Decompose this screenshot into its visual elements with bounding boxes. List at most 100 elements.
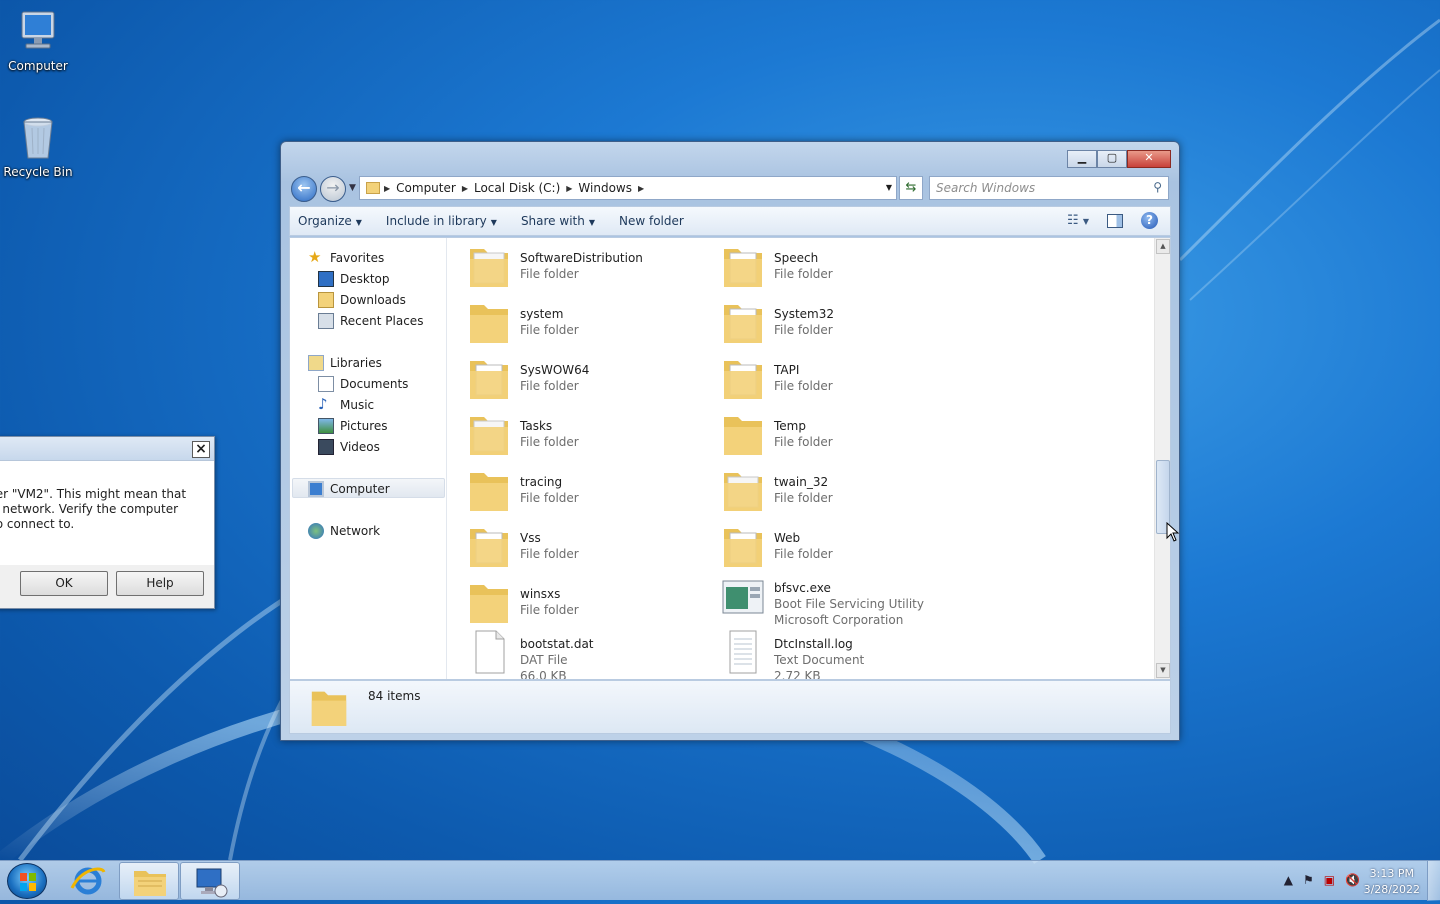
file-item[interactable]: winsxs File folder — [448, 577, 698, 629]
file-name: DtcInstall.log — [774, 637, 853, 651]
file-name: TAPI — [774, 363, 800, 377]
nav-item-desktop[interactable]: Desktop — [318, 271, 390, 287]
file-item[interactable]: System32 File folder — [702, 297, 952, 349]
file-name: SoftwareDistribution — [520, 251, 643, 265]
organize-menu[interactable]: Organize ▼ — [298, 214, 362, 228]
breadcrumb-separator-icon[interactable]: ▶ — [384, 184, 390, 193]
file-name: system — [520, 307, 564, 321]
breadcrumb-computer[interactable]: Computer — [396, 181, 456, 195]
nav-item-music[interactable]: ♪ Music — [318, 397, 374, 413]
file-name: tracing — [520, 475, 563, 489]
breadcrumb-separator-icon[interactable]: ▶ — [638, 184, 644, 193]
nav-label: Documents — [340, 377, 409, 391]
file-name: twain_32 — [774, 475, 829, 489]
forward-button[interactable]: → — [320, 176, 346, 202]
breadcrumb-separator-icon[interactable]: ▶ — [462, 184, 468, 193]
nav-label: Downloads — [340, 293, 406, 307]
file-item[interactable]: SysWOW64 File folder — [448, 353, 698, 405]
nav-item-network[interactable]: Network — [308, 523, 380, 539]
address-dropdown-icon[interactable]: ▼ — [886, 183, 892, 192]
internet-explorer-icon — [70, 867, 106, 895]
start-button[interactable] — [7, 863, 47, 899]
computer-icon — [308, 481, 324, 497]
include-in-library-menu[interactable]: Include in library ▼ — [386, 214, 497, 228]
share-label: Share with — [520, 214, 585, 228]
clock[interactable]: 3:13 PM 3/28/2022 — [1364, 866, 1420, 898]
taskbar-remote-desktop[interactable] — [180, 862, 240, 900]
recent-pages-dropdown[interactable]: ▼ — [349, 183, 356, 193]
file-item[interactable]: bfsvc.exe Boot File Servicing Utility Mi… — [702, 571, 952, 627]
file-item[interactable]: Web File folder — [702, 521, 952, 573]
mouse-cursor-icon — [1166, 522, 1180, 542]
command-bar: Organize ▼ Include in library ▼ Share with… — [289, 206, 1171, 236]
volume-muted-icon[interactable]: 🔇 — [1345, 873, 1360, 887]
nav-item-favorites[interactable]: ★ Favorites — [308, 250, 384, 266]
text-document-icon — [729, 630, 757, 674]
breadcrumb-separator-icon[interactable]: ▶ — [566, 184, 572, 193]
new-folder-label: New folder — [619, 214, 684, 228]
scroll-up-icon[interactable]: ▲ — [1156, 239, 1170, 254]
recycle-bin-icon — [14, 114, 62, 162]
address-bar[interactable]: ▶ Computer ▶ Local Disk (C:) ▶ Windows ▶… — [359, 176, 897, 200]
file-item[interactable]: SoftwareDistribution File folder — [448, 241, 698, 293]
file-item[interactable]: tracing File folder — [448, 465, 698, 517]
dialog-message: ter "VM2". This might mean that d networ… — [0, 487, 206, 532]
nav-item-documents[interactable]: Documents — [318, 376, 408, 392]
file-item[interactable]: Temp File folder — [702, 409, 952, 461]
nav-item-videos[interactable]: Videos — [318, 439, 380, 455]
scroll-down-icon[interactable]: ▼ — [1156, 663, 1170, 678]
close-button[interactable]: ✕ — [1127, 150, 1171, 168]
ok-button[interactable]: OK — [20, 571, 108, 596]
maximize-button[interactable]: ▢ — [1097, 150, 1127, 168]
new-folder-button[interactable]: New folder — [619, 214, 684, 228]
help-icon[interactable]: ? — [1141, 212, 1158, 229]
preview-pane-icon[interactable] — [1107, 213, 1123, 228]
nav-item-pictures[interactable]: Pictures — [318, 418, 388, 434]
videos-icon — [318, 439, 334, 455]
recent-places-icon — [318, 313, 334, 329]
share-with-menu[interactable]: Share with ▼ — [521, 214, 595, 228]
network-status-icon[interactable]: ▣ — [1324, 873, 1335, 887]
file-item[interactable]: DtcInstall.log Text Document 2.72 KB — [702, 627, 952, 679]
back-button[interactable]: ← — [291, 176, 317, 202]
desktop-icon-computer[interactable]: Computer — [0, 8, 76, 73]
breadcrumb-windows[interactable]: Windows — [578, 181, 632, 195]
file-item[interactable]: Vss File folder — [448, 521, 698, 573]
file-item[interactable]: Tasks File folder — [448, 409, 698, 461]
file-type: File folder — [520, 267, 579, 281]
file-type: Boot File Servicing Utility — [774, 597, 924, 611]
breadcrumb-local-disk[interactable]: Local Disk (C:) — [474, 181, 560, 195]
file-item[interactable]: Speech File folder — [702, 241, 952, 293]
show-desktop-button[interactable] — [1427, 861, 1440, 901]
search-input[interactable]: Search Windows ⚲ — [929, 176, 1169, 200]
file-type: File folder — [774, 547, 833, 561]
computer-icon — [14, 8, 62, 56]
taskbar-internet-explorer[interactable] — [58, 862, 118, 900]
nav-item-recent-places[interactable]: Recent Places — [318, 313, 423, 329]
taskbar-windows-explorer[interactable] — [119, 862, 179, 900]
nav-item-computer[interactable]: Computer — [308, 481, 390, 497]
music-icon: ♪ — [318, 395, 328, 413]
help-button[interactable]: Help — [116, 571, 204, 596]
nav-item-libraries[interactable]: Libraries — [308, 355, 382, 371]
file-item[interactable]: twain_32 File folder — [702, 465, 952, 517]
dialog-close-button[interactable]: × — [192, 441, 210, 458]
show-hidden-icons-icon[interactable]: ▲ — [1284, 873, 1293, 887]
search-icon[interactable]: ⚲ — [1153, 180, 1162, 194]
file-item[interactable]: system File folder — [448, 297, 698, 349]
desktop-icon-recycle-bin[interactable]: Recycle Bin — [0, 114, 76, 179]
file-item[interactable]: TAPI File folder — [702, 353, 952, 405]
vertical-scrollbar[interactable]: ▲ ▼ — [1154, 238, 1170, 679]
downloads-icon — [318, 292, 334, 308]
search-placeholder: Search Windows — [936, 181, 1036, 195]
folder-icon — [724, 529, 762, 567]
view-options-icon[interactable]: ☷ ▼ — [1067, 213, 1089, 228]
minimize-button[interactable]: ▁ — [1067, 150, 1097, 168]
nav-label: Computer — [330, 482, 390, 496]
nav-item-downloads[interactable]: Downloads — [318, 292, 406, 308]
file-type: File folder — [520, 547, 579, 561]
file-item[interactable]: bootstat.dat DAT File 66.0 KB — [448, 627, 698, 679]
refresh-button[interactable]: ⇆ — [899, 176, 923, 200]
action-center-flag-icon[interactable]: ⚑ — [1303, 873, 1314, 887]
folder-icon — [470, 585, 508, 623]
